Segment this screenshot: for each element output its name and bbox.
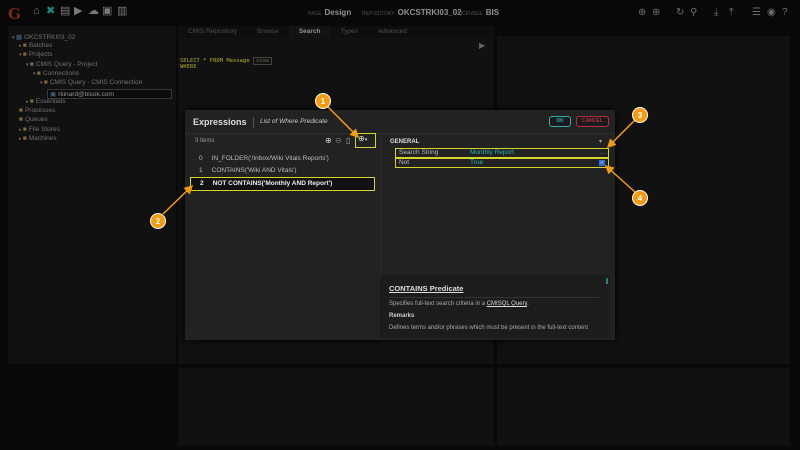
arrow-4	[604, 164, 636, 193]
annotation-arrows	[162, 105, 636, 215]
annotation-badge-3: 3	[632, 107, 648, 123]
annotation-badge-2: 2	[150, 213, 166, 229]
arrow-1	[326, 105, 360, 139]
arrow-2	[162, 184, 194, 215]
annotation-badge-4: 4	[632, 190, 648, 206]
annotation-badge-1: 1	[315, 93, 331, 109]
arrow-3	[606, 119, 636, 149]
